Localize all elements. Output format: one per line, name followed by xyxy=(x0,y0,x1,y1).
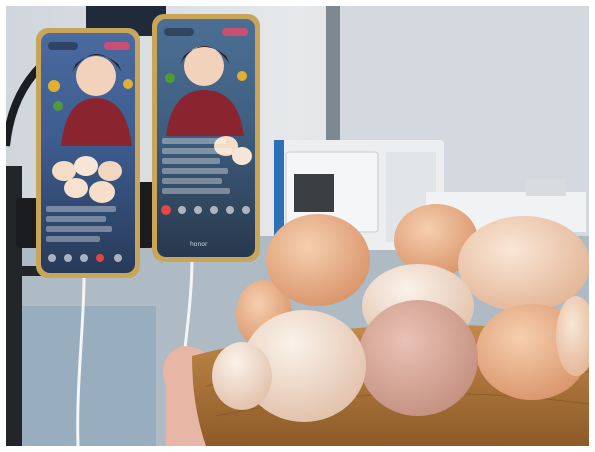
scene-illustration xyxy=(6,6,589,446)
egg xyxy=(458,216,589,312)
egg xyxy=(212,342,272,410)
streamer-face xyxy=(76,56,116,96)
egg xyxy=(358,300,478,416)
phone-brand-mark: honor xyxy=(190,241,208,248)
livestream-photo: honor xyxy=(6,6,589,446)
right-phone xyxy=(152,14,260,262)
left-phone xyxy=(36,28,140,278)
egg xyxy=(266,214,370,306)
